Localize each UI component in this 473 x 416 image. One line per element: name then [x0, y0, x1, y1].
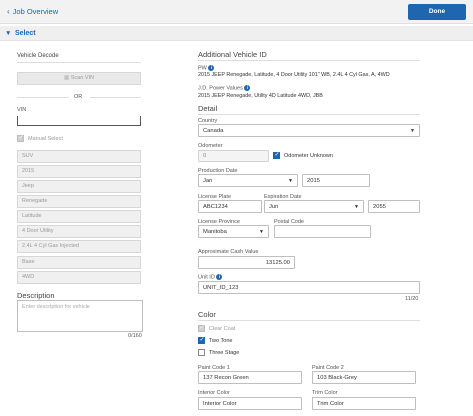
- production-month-select[interactable]: Jan ▼: [198, 174, 298, 187]
- expiration-year-value: 2055: [373, 203, 386, 210]
- description-counter: 0/160: [128, 333, 142, 339]
- decoded-field-package: Base: [17, 256, 141, 269]
- manual-select-label: Manual Select: [28, 136, 63, 142]
- or-label: OR: [74, 94, 83, 100]
- expiration-year-input[interactable]: 2055: [368, 200, 420, 213]
- detail-title: Detail: [198, 104, 218, 113]
- production-year-input[interactable]: 2015: [302, 174, 370, 187]
- postal-code-input[interactable]: [274, 225, 371, 238]
- paint-code-1-input[interactable]: 137 Recon Green: [198, 371, 302, 384]
- vin-label: VIN: [17, 107, 27, 113]
- vin-input[interactable]: [17, 116, 141, 126]
- expiration-month-value: Jun: [269, 203, 279, 210]
- caret-down-icon: ▼: [354, 203, 359, 210]
- interior-color-label: Interior Color: [198, 390, 230, 396]
- decoded-field-trim: Latitude: [17, 210, 141, 223]
- caret-down-icon: ▼: [259, 228, 264, 235]
- caret-down-icon: ▼: [288, 177, 293, 184]
- two-tone-checkbox[interactable]: [198, 336, 205, 344]
- caret-down-icon: ▼: [410, 127, 415, 134]
- unit-id-label: Unit ID: [198, 274, 215, 281]
- scan-vin-button[interactable]: ▥ Scan VIN: [17, 72, 141, 85]
- divider: [17, 97, 69, 98]
- clear-coat-checkbox[interactable]: [198, 324, 205, 332]
- manual-select-checkbox[interactable]: [17, 134, 24, 142]
- license-plate-value: ABC1234: [203, 203, 228, 210]
- decoded-field-body: SUV: [17, 150, 141, 163]
- triangle-down-icon: ▼: [5, 30, 12, 37]
- license-province-value: Manitoba: [203, 228, 227, 235]
- jdp-label: J.D. Power Values: [198, 85, 243, 92]
- vehicle-decode-label: Vehicle Decode: [17, 53, 59, 59]
- unit-id-value: UNIT_ID_123: [203, 284, 239, 291]
- pw-label: PW: [198, 65, 207, 72]
- cash-value-label: Approximate Cash Value: [198, 249, 259, 255]
- unit-id-label-row: Unit ID i: [198, 274, 223, 281]
- odometer-unknown-label: Odometer Unknown: [284, 153, 333, 159]
- license-province-select[interactable]: Manitoba ▼: [198, 225, 269, 238]
- clear-coat-label: Clear Coat: [209, 326, 236, 332]
- two-tone-label: Two Tone: [209, 338, 233, 344]
- scan-vin-label: Scan VIN: [70, 75, 94, 81]
- cash-value-input[interactable]: 13125.00: [198, 256, 295, 269]
- description-placeholder: Enter description for vehicle: [22, 304, 90, 310]
- interior-color-input[interactable]: Interior Color: [198, 397, 302, 410]
- top-bar: ‹ Job Overview Done: [0, 0, 473, 24]
- jdp-value: 2015 JEEP Renegade, Utility 4D Latitude …: [198, 93, 323, 99]
- chevron-left-icon: ‹: [7, 7, 10, 16]
- decoded-field-make: Jeep: [17, 180, 141, 193]
- paint-code-2-value: 103 Black-Grey: [317, 374, 357, 381]
- section-header[interactable]: ▼ Select: [0, 26, 473, 41]
- additional-vehicle-id-title: Additional Vehicle ID: [198, 50, 267, 59]
- divider: [198, 320, 420, 321]
- jdp-label-row: J.D. Power Values i: [198, 85, 251, 92]
- barcode-icon: ▥: [64, 75, 70, 81]
- production-month-value: Jan: [203, 177, 213, 184]
- trim-color-label: Trim Color: [312, 390, 338, 396]
- decoded-field-style: 4 Door Utility: [17, 225, 141, 238]
- description-textarea[interactable]: Enter description for vehicle: [17, 300, 143, 332]
- odometer-value: 0: [203, 153, 207, 159]
- info-icon[interactable]: i: [244, 85, 251, 91]
- unit-id-input[interactable]: UNIT_ID_123: [198, 281, 420, 294]
- back-label: Job Overview: [12, 7, 59, 16]
- cash-value: 13125.00: [265, 259, 290, 266]
- odometer-input[interactable]: 0: [198, 150, 269, 162]
- info-icon[interactable]: i: [208, 65, 215, 71]
- done-button[interactable]: Done: [408, 4, 466, 20]
- trim-color-value: Trim Color: [317, 400, 344, 407]
- divider: [17, 62, 141, 63]
- description-label: Description: [17, 291, 55, 300]
- license-plate-input[interactable]: ABC1234: [198, 200, 262, 213]
- decoded-field-drive: 4WD: [17, 271, 141, 284]
- production-year-value: 2015: [307, 177, 320, 184]
- info-icon[interactable]: i: [216, 274, 223, 280]
- decoded-field-engine: 2.4L 4 Cyl Gas Injected: [17, 240, 141, 253]
- color-title: Color: [198, 310, 216, 319]
- divider: [90, 97, 141, 98]
- expiration-month-select[interactable]: Jun ▼: [264, 200, 364, 213]
- section-title: Select: [15, 29, 36, 37]
- pw-label-row: PW i: [198, 65, 215, 72]
- back-link[interactable]: ‹ Job Overview: [7, 7, 58, 16]
- three-stage-checkbox[interactable]: [198, 349, 205, 356]
- divider: [198, 114, 420, 115]
- odometer-label: Odometer: [198, 143, 223, 149]
- country-select[interactable]: Canada ▼: [198, 124, 420, 137]
- unit-id-counter: 11/20: [405, 296, 419, 302]
- pw-value: 2015 JEEP Renegade, Latitude, 4 Door Uti…: [198, 72, 390, 78]
- decoded-field-model: Renegade: [17, 195, 141, 208]
- three-stage-label: Three Stage: [209, 350, 240, 356]
- interior-color-value: Interior Color: [203, 400, 237, 407]
- trim-color-input[interactable]: Trim Color: [312, 397, 416, 410]
- paint-code-2-input[interactable]: 103 Black-Grey: [312, 371, 416, 384]
- decoded-field-year: 2015: [17, 165, 141, 178]
- divider: [198, 60, 420, 61]
- odometer-unknown-checkbox[interactable]: [273, 151, 280, 159]
- country-value: Canada: [203, 127, 224, 134]
- paint-code-1-value: 137 Recon Green: [203, 374, 249, 381]
